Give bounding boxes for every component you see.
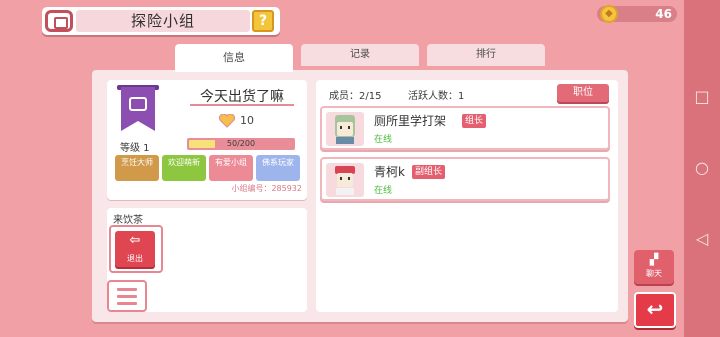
tab-info[interactable]: 信息 <box>175 44 293 72</box>
role-badge: 副组长 <box>412 165 446 179</box>
avatar-icon <box>335 115 355 144</box>
menu-icon <box>117 288 137 291</box>
group-logo-icon <box>45 10 73 32</box>
android-nav-bar: □ ○ ◁ <box>684 0 720 337</box>
group-level: 等级 1 <box>120 143 150 154</box>
menu-icon-line <box>117 295 137 298</box>
member-row[interactable]: 青柯k 副组长 在线 <box>320 157 610 201</box>
tag-loving-group: 有爱小组 <box>209 155 253 181</box>
back-arrow-icon: ↩ <box>646 297 664 321</box>
coin-icon: ◆ <box>600 5 618 23</box>
member-count: 成员：2/15 <box>329 91 382 102</box>
avatar[interactable] <box>326 163 364 197</box>
coin-value: 46 <box>655 7 672 21</box>
tag-welcome-newbies: 欢迎萌新 <box>162 155 206 181</box>
xp-progress-text: 50/200 <box>226 139 256 148</box>
banner-emblem-icon <box>129 97 147 111</box>
active-member-count: 活跃人数：1 <box>408 91 465 102</box>
tag-cooking-master: 烹饪大师 <box>115 155 159 181</box>
group-name-underline <box>190 104 294 106</box>
group-id: 小组编号：285932 <box>231 184 302 193</box>
avatar-icon <box>335 166 355 195</box>
chat-icon: ▞ <box>649 253 659 266</box>
menu-button[interactable] <box>107 280 147 312</box>
tab-records[interactable]: 记录 <box>301 44 419 66</box>
member-name: 青柯k <box>374 165 405 179</box>
group-name: 今天出货了嘛 <box>200 89 284 105</box>
help-button[interactable]: ? <box>252 10 274 32</box>
exit-icon: ⇦ <box>129 233 141 248</box>
page-title: 探险小组 <box>130 12 195 30</box>
member-row[interactable]: 厕所里学打架 组长 在线 <box>320 106 610 150</box>
member-name: 厕所里学打架 <box>374 114 447 128</box>
menu-icon-line <box>117 302 137 305</box>
banner-notch <box>121 121 155 131</box>
role-badge: 组长 <box>462 114 487 128</box>
chat-label: 聊天 <box>646 269 662 278</box>
back-nav-icon[interactable]: ◁ <box>693 230 711 248</box>
group-score: 10 <box>240 114 254 127</box>
heart-icon <box>218 114 236 128</box>
tab-ranking[interactable]: 排行 <box>427 44 545 66</box>
avatar[interactable] <box>326 112 364 146</box>
online-status: 在线 <box>374 135 393 145</box>
home-icon[interactable]: ○ <box>693 159 711 177</box>
exit-label: 退出 <box>127 254 143 263</box>
tag-casual-players: 佛系玩家 <box>256 155 300 181</box>
position-button[interactable]: 职位 <box>557 84 609 102</box>
group-notice: 来饮茶 <box>113 215 143 226</box>
online-status: 在线 <box>374 186 393 196</box>
recent-apps-icon[interactable]: □ <box>693 88 711 106</box>
